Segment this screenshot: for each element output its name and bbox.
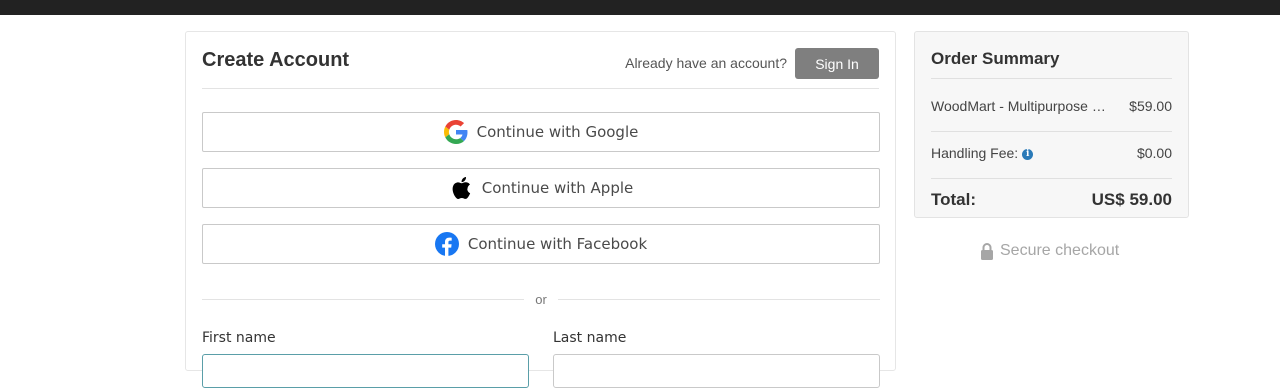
secure-checkout-note: Secure checkout [980, 242, 1119, 260]
card-header: Create Account Already have an account? … [202, 32, 879, 89]
create-account-card: Create Account Already have an account? … [185, 31, 896, 388]
lock-icon [980, 242, 994, 260]
handling-fee-label: Handling Fee: [931, 145, 1019, 161]
summary-divider [931, 131, 1172, 132]
facebook-f-icon [434, 232, 459, 256]
last-name-input[interactable] [553, 354, 880, 388]
continue-with-facebook-button[interactable]: Continue with Facebook [202, 224, 880, 264]
summary-divider [931, 178, 1172, 179]
sign-in-button[interactable]: Sign In [795, 48, 879, 79]
first-name-label: First name [202, 330, 276, 346]
info-circle-icon[interactable]: i [1022, 149, 1034, 160]
handling-fee-value: $0.00 [1136, 145, 1172, 161]
continue-with-google-button[interactable]: Continue with Google [202, 112, 880, 152]
top-bar [0, 0, 1280, 15]
continue-with-apple-button[interactable]: Continue with Apple [202, 168, 880, 208]
or-divider: or [202, 290, 880, 310]
last-name-label: Last name [553, 330, 627, 346]
page-title: Create Account [202, 49, 350, 71]
secure-checkout-text: Secure checkout [1000, 242, 1120, 259]
google-g-icon [443, 120, 468, 144]
handling-fee-label-wrap: Handling Fee: i [931, 145, 1034, 161]
divider-line-right [558, 299, 880, 300]
already-have-account-text: Already have an account? [625, 55, 787, 71]
google-button-label: Continue with Google [476, 123, 639, 141]
apple-button-label: Continue with Apple [481, 179, 634, 197]
summary-divider [931, 78, 1172, 79]
order-summary-title: Order Summary [931, 49, 1060, 68]
apple-logo-icon [449, 176, 473, 200]
order-summary-panel: Order Summary WoodMart - Multipurpose Wo… [914, 31, 1189, 218]
first-name-input[interactable] [202, 354, 529, 388]
product-name: WoodMart - Multipurpose WooCommerce Them… [931, 98, 1109, 114]
total-label: Total: [931, 190, 977, 209]
total-value: US$ 59.00 [1091, 190, 1172, 209]
product-price: $59.00 [1129, 98, 1172, 114]
facebook-button-label: Continue with Facebook [467, 235, 648, 253]
